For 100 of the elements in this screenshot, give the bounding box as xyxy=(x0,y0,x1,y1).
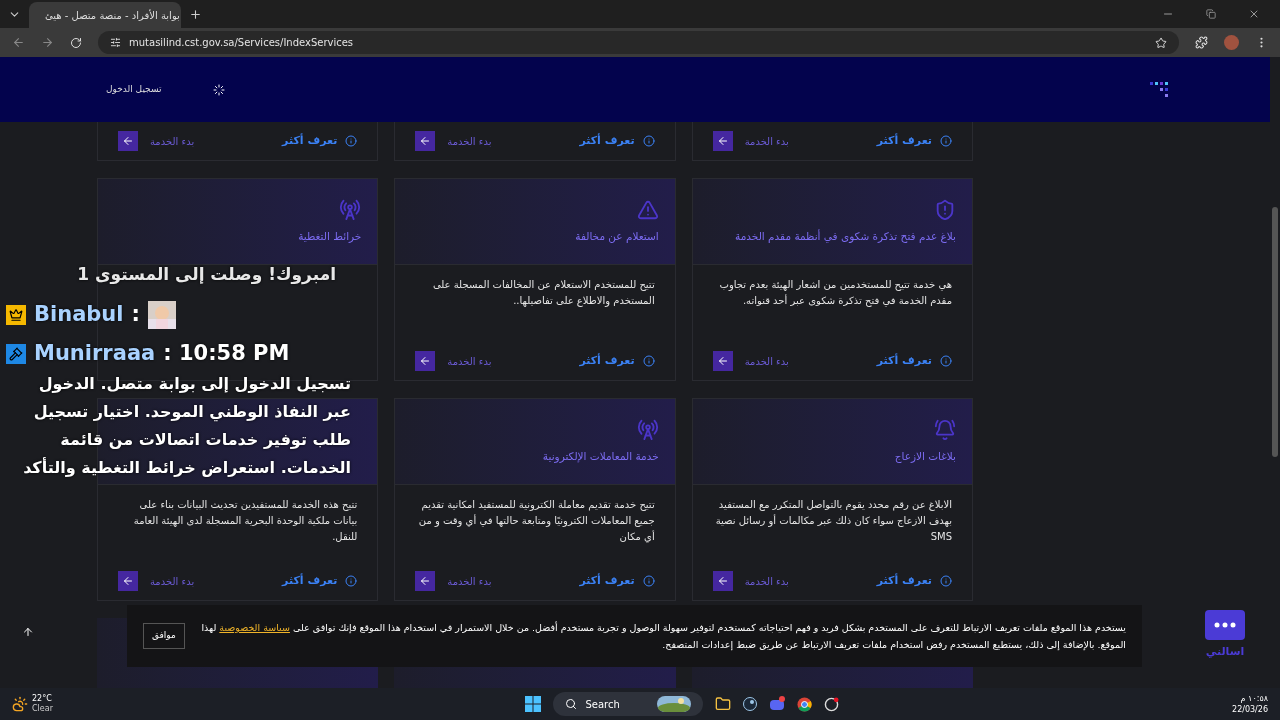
loading-spinner-icon xyxy=(213,83,226,96)
info-icon xyxy=(345,135,358,147)
start-service-label: بدء الخدمة xyxy=(447,354,492,369)
service-description: تتيح هذه الخدمة للمستفيدين تحديث البيانات بناء على بيانات ملكية الوحدة البحرية المسجلة لدى الهيئة العامة للنقل. xyxy=(132,498,358,544)
start-service-label: بدء الخدمة xyxy=(150,574,195,589)
arrow-left-icon xyxy=(716,355,729,367)
search-icon xyxy=(565,698,578,710)
learn-more-link[interactable]: تعرف أكثر xyxy=(876,132,952,150)
start-service-label: بدء الخدمة xyxy=(744,574,789,589)
privacy-link[interactable]: سياسة الخصوصية xyxy=(219,622,290,633)
crown-badge-icon xyxy=(6,305,26,325)
info-icon xyxy=(642,575,655,587)
start-icon[interactable] xyxy=(525,696,542,712)
extensions-icon[interactable] xyxy=(1195,36,1208,49)
login-link[interactable]: تسجيل الدخول xyxy=(106,82,162,97)
shield-alert-icon xyxy=(934,198,956,221)
chat-dots-icon xyxy=(1214,622,1236,628)
site-info-icon[interactable] xyxy=(110,37,121,48)
service-title: خدمة المعاملات الإلكترونية xyxy=(542,448,659,465)
app-icon[interactable] xyxy=(824,696,840,712)
arrow-left-icon xyxy=(716,135,729,147)
assistant-label: اسالني xyxy=(1205,644,1245,660)
reload-icon[interactable] xyxy=(70,36,82,49)
info-icon xyxy=(642,355,655,367)
restore-icon[interactable] xyxy=(1206,9,1216,19)
learn-more-link[interactable]: تعرف أكثر xyxy=(876,352,952,370)
start-service-button[interactable] xyxy=(712,131,733,151)
new-tab-icon[interactable] xyxy=(189,7,202,21)
start-service-button[interactable] xyxy=(415,571,436,591)
arrow-left-icon xyxy=(419,135,432,147)
info-icon xyxy=(345,575,358,587)
address-bar[interactable]: mutasilind.cst.gov.sa/Services/IndexServices xyxy=(98,31,1179,54)
arrow-left-icon xyxy=(122,575,134,587)
start-service-button[interactable] xyxy=(118,571,138,591)
service-title: بلاغات الازعاج xyxy=(894,448,956,465)
chat-time: : 10:58 PM xyxy=(163,339,290,367)
start-service-button[interactable] xyxy=(712,351,733,371)
chat-username: Munirraaa xyxy=(34,339,156,367)
learn-more-link[interactable]: تعرف أكثر xyxy=(282,572,358,590)
bookmark-star-icon[interactable] xyxy=(1155,36,1167,49)
learn-more-link[interactable]: تعرف أكثر xyxy=(282,132,358,150)
search-placeholder: Search xyxy=(585,697,621,712)
antenna-icon xyxy=(636,418,659,441)
chat-message: امبروك! وصلت إلى المستوى 1 xyxy=(76,263,336,287)
service-description: تتيح للمستخدم الاستعلام عن المخالفات المسجلة على المستخدم والاطلاع على تفاصيلها.. xyxy=(431,278,655,309)
clock-date: 22/03/26 xyxy=(1232,704,1268,715)
start-service-label: بدء الخدمة xyxy=(744,354,789,369)
browser-tab[interactable]: بوابة الأفراد - منصة متصل - هيئ xyxy=(29,2,181,28)
taskbar-search[interactable]: Search xyxy=(553,692,704,716)
start-service-label: بدء الخدمة xyxy=(447,574,492,589)
steam-icon[interactable] xyxy=(743,697,758,711)
arrow-left-icon xyxy=(122,135,134,147)
accept-button[interactable]: موافق xyxy=(143,623,185,649)
chrome-icon[interactable] xyxy=(797,696,813,712)
learn-more-link[interactable]: تعرف أكثر xyxy=(876,572,952,590)
folder-icon[interactable] xyxy=(715,696,732,712)
cookie-notice: يستخدم هذا الموقع ملفات تعريف الارتباط للتعرف على المستخدم بشكل فريد و فهم احتياجاته كمستخدم لتوفير سهولة الوصول و تجربة مستخدم أفضل. من خلال الاستمرار في استخدام هذا الموقع فإنك توافق على سياسة الخصوصية لهذا الموقع. بالإضافة إلى ذلك، يستطيع المستخدم رفض استخدام ملفات تعريف الارتباط عن طريق ضبط إعدادات المتصفح. xyxy=(200,620,1126,653)
temperature: 22°C xyxy=(32,694,53,704)
start-service-button[interactable] xyxy=(712,571,733,591)
chat-username: Binabul xyxy=(34,301,124,329)
url-text: mutasilind.cst.gov.sa/Services/IndexServices xyxy=(129,36,355,50)
weather-icon[interactable] xyxy=(12,696,28,712)
start-service-button[interactable] xyxy=(415,351,436,371)
service-description: هي خدمة تتيح للمستخدمين من اشعار الهيئة بعدم تجاوب مقدم الخدمة في فتح تذكرة شكوى عبر أحد قنواته. xyxy=(718,278,952,309)
bell-icon xyxy=(934,418,956,441)
forward-icon[interactable] xyxy=(41,36,54,49)
start-service-label: بدء الخدمة xyxy=(150,134,195,149)
scroll-top-icon[interactable] xyxy=(22,626,34,638)
weather-condition: Clear xyxy=(32,704,53,714)
service-title: استعلام عن مخالفة xyxy=(575,228,659,245)
start-service-button[interactable] xyxy=(415,131,436,151)
service-description: تتيح خدمة تقديم معاملة الكترونية للمستفيد امكانية تقديم جميع المعاملات الكترونيًا ومتابعة حالتها في أي وقت و من أي مكان xyxy=(417,498,655,545)
info-icon xyxy=(940,135,952,147)
arrow-left-icon xyxy=(419,355,432,367)
close-window-icon[interactable] xyxy=(1248,8,1260,20)
learn-more-link[interactable]: تعرف أكثر xyxy=(579,572,655,590)
service-description: الابلاغ عن رقم محدد يقوم بالتواصل المتكرر مع المستفيد بهدف الازعاج سواء كان ذلك عبر مكالمات أو رسائل نصية SMS xyxy=(714,498,952,544)
arrow-left-icon xyxy=(419,575,432,587)
info-icon xyxy=(940,575,952,587)
service-title: خرائط التغطية xyxy=(298,228,362,245)
start-service-button[interactable] xyxy=(118,131,138,151)
discord-icon[interactable] xyxy=(769,696,786,712)
hammer-badge-icon xyxy=(6,343,26,364)
clock-time: ١٠:٥٨ م xyxy=(1240,693,1268,704)
antenna-icon xyxy=(339,198,362,221)
site-logo[interactable] xyxy=(1150,81,1170,98)
learn-more-link[interactable]: تعرف أكثر xyxy=(579,352,655,370)
start-service-label: بدء الخدمة xyxy=(744,134,789,149)
arrow-left-icon xyxy=(716,575,729,587)
chat-message: تسجيل الدخول إلى بوابة متصل. الدخول عبر النفاذ الوطني الموحد. اختيار تسجيل طلب توفير خدمات اتصالات من قائمة الخدمات. استعراض خرائط التغطية والتأكد xyxy=(22,373,351,479)
start-service-label: بدء الخدمة xyxy=(447,134,492,149)
info-icon xyxy=(940,355,952,367)
tab-title: بوابة الأفراد - منصة متصل - هيئ xyxy=(45,8,180,23)
back-icon[interactable] xyxy=(12,36,25,49)
info-icon xyxy=(642,135,655,147)
service-title: بلاغ عدم فتح تذكرة شكوى في أنظمة مقدم الخدمة xyxy=(735,228,956,245)
assistant-button[interactable] xyxy=(1205,610,1245,640)
warning-icon xyxy=(636,198,659,221)
learn-more-link[interactable]: تعرف أكثر xyxy=(579,132,655,150)
chat-separator: : xyxy=(131,301,140,329)
